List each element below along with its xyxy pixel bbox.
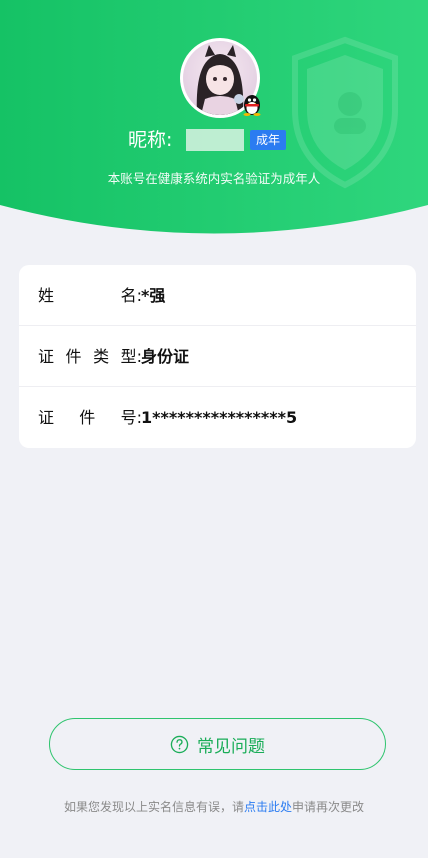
identity-card: 姓 名: *强 证 件 类 型: 身份证 证 件 号: 1***********…	[19, 265, 416, 448]
footer-text-before: 如果您发现以上实名信息有误，请	[63, 800, 244, 814]
id-number-label: 证 件 号:	[38, 408, 142, 427]
qq-penguin-icon	[243, 95, 261, 116]
faq-button[interactable]: 常见问题	[49, 718, 386, 770]
info-row-name: 姓 名: *强	[19, 265, 416, 326]
faq-label: 常见问题	[197, 736, 265, 757]
click-here-link[interactable]: 点击此处	[244, 800, 292, 814]
header-background	[0, 0, 428, 234]
name-value: *强	[141, 286, 166, 305]
footer-note: 如果您发现以上实名信息有误，请点击此处申请再次更改	[0, 798, 428, 815]
id-type-value: 身份证	[141, 347, 190, 366]
header-banner: 昵称: 成年 本账号在健康系统内实名验证为成年人	[0, 0, 428, 240]
nickname-label: 昵称:	[128, 129, 173, 151]
info-row-id-type: 证 件 类 型: 身份证	[19, 326, 416, 387]
id-number-value: 1****************5	[141, 408, 298, 427]
adult-badge: 成年	[250, 130, 287, 150]
verify-text: 本账号在健康系统内实名验证为成年人	[107, 171, 321, 186]
info-row-id-number: 证 件 号: 1****************5	[19, 387, 416, 448]
footer-text-after: 申请再次更改	[292, 800, 365, 814]
nickname-value	[186, 129, 244, 151]
nickname-row: 昵称: 成年	[0, 127, 428, 155]
question-circle-icon	[170, 735, 189, 753]
id-type-label: 证 件 类 型:	[38, 347, 142, 366]
name-label: 姓 名:	[38, 286, 142, 305]
